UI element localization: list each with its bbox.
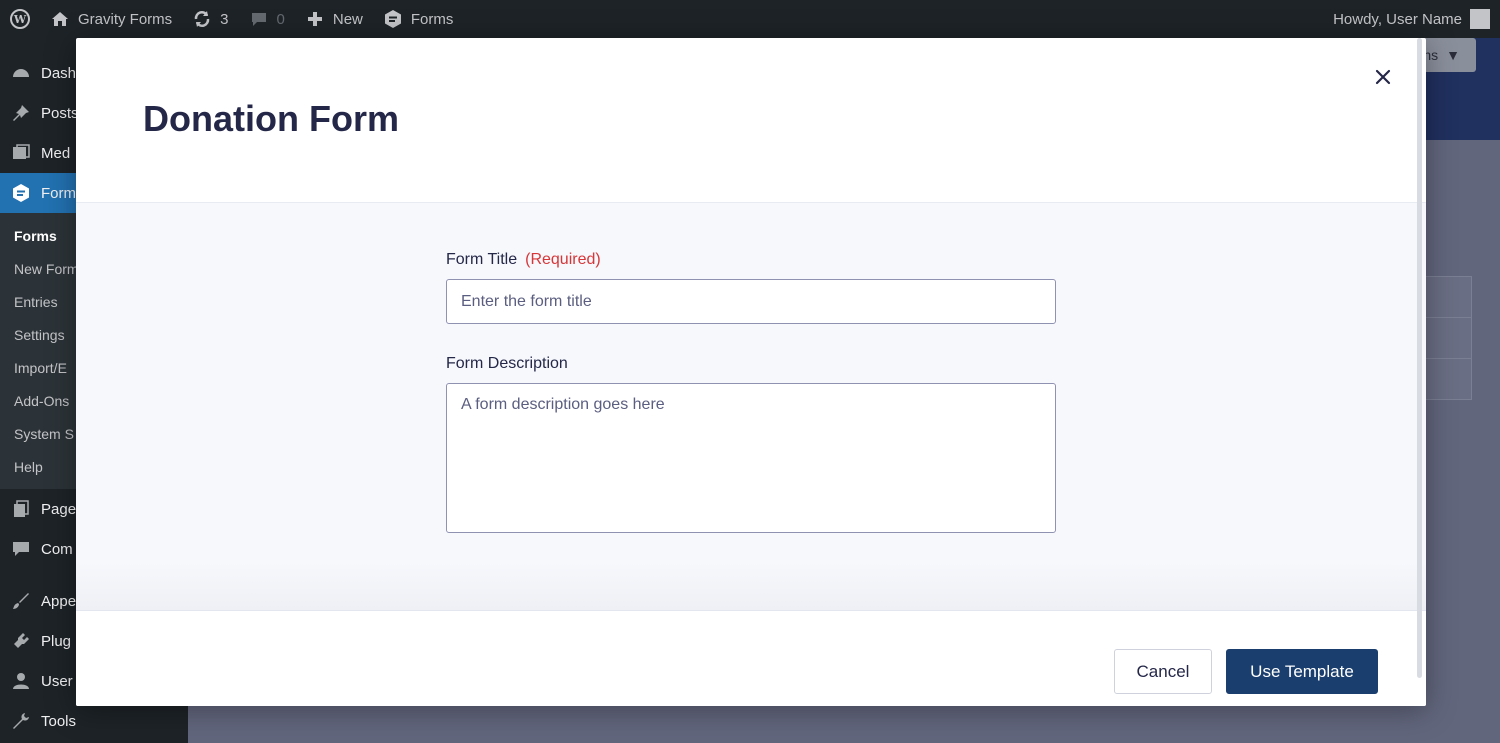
home-icon <box>50 9 70 29</box>
close-button[interactable] <box>1372 68 1394 90</box>
new-label: New <box>332 10 363 28</box>
form-description-textarea[interactable] <box>446 383 1056 533</box>
form-title-field: Form Title (Required) <box>446 251 1056 324</box>
comments-count: 0 <box>276 10 285 28</box>
admin-bar: W Gravity Forms 3 0 New Forms Howdy, Use… <box>0 0 1500 38</box>
sidebar-item-label: Med <box>41 144 71 162</box>
dashboard-icon <box>11 63 31 83</box>
form-title-label-text: Form Title <box>446 251 518 268</box>
refresh-icon <box>192 9 212 29</box>
sidebar-item-label: Page <box>41 500 77 518</box>
use-template-modal: Donation Form Form Title (Required) Form… <box>76 38 1426 706</box>
close-icon <box>1375 69 1391 90</box>
comment-icon <box>11 539 31 559</box>
modal-title: Donation Form <box>143 98 399 139</box>
wordpress-logo[interactable]: W <box>0 0 40 38</box>
gravity-forms-icon <box>11 183 31 203</box>
sidebar-item-tools[interactable]: Tools <box>0 701 188 741</box>
wordpress-icon: W <box>10 9 30 29</box>
gravity-forms-icon <box>383 9 403 29</box>
svg-text:W: W <box>13 13 27 26</box>
account-menu[interactable]: Howdy, User Name <box>1333 9 1500 29</box>
plug-icon <box>11 631 31 651</box>
form-title-input[interactable] <box>446 279 1056 324</box>
sidebar-item-label: Tools <box>41 712 77 730</box>
sidebar-item-label: Posts <box>41 104 79 122</box>
comment-icon <box>249 9 269 29</box>
forms-link[interactable]: Forms <box>373 0 464 38</box>
sidebar-item-label: Com <box>41 540 73 558</box>
form-description-label: Form Description <box>446 355 1056 373</box>
modal-footer: Cancel Use Template <box>76 611 1426 706</box>
form-title-label: Form Title (Required) <box>446 251 1056 269</box>
new-content-link[interactable]: New <box>295 0 373 38</box>
form-description-label-text: Form Description <box>446 355 568 372</box>
modal-body: Form Title (Required) Form Description <box>76 203 1426 611</box>
sidebar-item-label: User <box>41 672 73 690</box>
user-icon <box>11 671 31 691</box>
pages-icon <box>11 499 31 519</box>
required-indicator: (Required) <box>525 251 601 268</box>
avatar <box>1470 9 1490 29</box>
forms-label: Forms <box>410 10 454 28</box>
plus-icon <box>305 9 325 29</box>
pin-icon <box>11 103 31 123</box>
sidebar-item-label: Appe <box>41 592 77 610</box>
wrench-icon <box>11 711 31 731</box>
howdy-text: Howdy, User Name <box>1333 10 1462 28</box>
use-template-button[interactable]: Use Template <box>1226 649 1378 694</box>
site-name: Gravity Forms <box>78 10 173 28</box>
updates-count: 3 <box>220 10 229 28</box>
comments-link[interactable]: 0 <box>239 0 295 38</box>
modal-header: Donation Form <box>76 38 1426 203</box>
brush-icon <box>11 591 31 611</box>
media-icon <box>11 143 31 163</box>
sidebar-item-label: Form <box>41 184 76 202</box>
sidebar-item-label: Plug <box>41 632 72 650</box>
sidebar-item-label: Dash <box>41 64 77 82</box>
site-name-link[interactable]: Gravity Forms <box>40 0 182 38</box>
modal-scrollbar[interactable] <box>1417 38 1422 678</box>
cancel-button[interactable]: Cancel <box>1114 649 1212 694</box>
updates-link[interactable]: 3 <box>182 0 238 38</box>
form-description-field: Form Description <box>446 355 1056 538</box>
caret-down-icon: ▼ <box>1446 47 1460 63</box>
